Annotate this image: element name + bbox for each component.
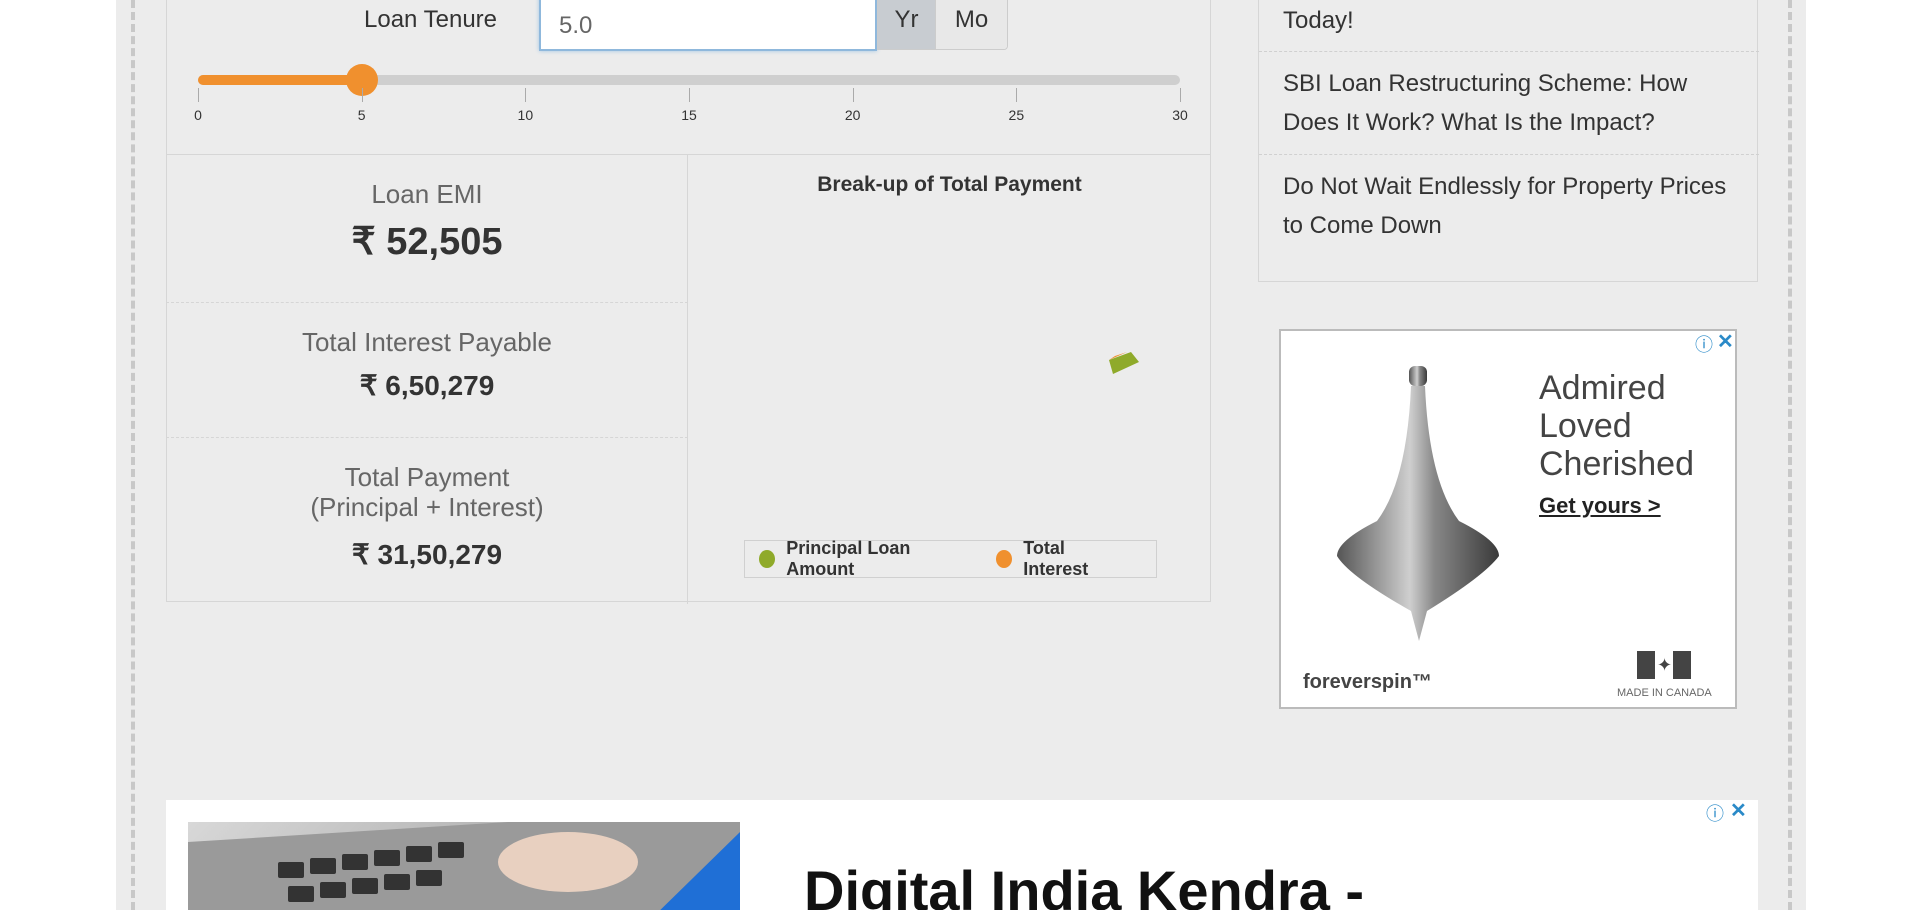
slider-tick xyxy=(361,88,363,102)
pie-chart xyxy=(1109,352,1139,374)
unit-month-button[interactable]: Mo xyxy=(935,0,1007,49)
ad-tagline-line2: Loved xyxy=(1539,407,1632,445)
emi-label: Loan EMI xyxy=(371,179,483,209)
tenure-unit-toggle: Yr Mo xyxy=(877,0,1008,50)
made-in-canada-badge: MADE IN CANADA xyxy=(1617,687,1712,699)
slider-tick-label: 25 xyxy=(1008,107,1025,123)
chart-legend: Principal Loan Amount Total Interest xyxy=(744,538,1157,580)
laptop-image xyxy=(188,822,740,910)
emi-value: ₹ 52,505 xyxy=(351,221,503,263)
flag-right-bar xyxy=(1673,651,1691,679)
related-articles: Today! SBI Loan Restructuring Scheme: Ho… xyxy=(1258,0,1759,282)
ad-cta-link[interactable]: Get yours > xyxy=(1539,493,1661,519)
spinning-top-image xyxy=(1337,366,1499,641)
payment-block: Total Payment (Principal + Interest) ₹ 3… xyxy=(166,438,688,604)
slider-fill xyxy=(198,75,362,85)
dashed-border-left xyxy=(131,0,135,910)
payment-label-line2: (Principal + Interest) xyxy=(310,492,544,522)
interest-label: Total Interest Payable xyxy=(301,327,553,357)
maple-leaf-icon: ✦ xyxy=(1657,655,1673,675)
ad-brand-logo: foreverspin™ xyxy=(1303,671,1432,693)
legend-interest-label: Total Interest xyxy=(1023,538,1089,579)
slider-tick xyxy=(689,88,690,102)
legend-principal-label: Principal Loan Amount xyxy=(786,538,911,579)
loan-tenure-slider[interactable] xyxy=(198,64,1180,96)
results-panel: Loan EMI ₹ 52,505 Total Interest Payable… xyxy=(166,154,1211,604)
slider-tick xyxy=(525,88,527,102)
slider-tick xyxy=(1180,88,1181,102)
ad-tagline: Admired Loved Cherished xyxy=(1539,369,1694,483)
unit-year-button[interactable]: Yr xyxy=(878,0,935,49)
article-link[interactable]: SBI Loan Restructuring Scheme: How Does … xyxy=(1259,52,1759,155)
slider-tick-label: 30 xyxy=(1172,107,1188,123)
flag-left-bar xyxy=(1637,651,1655,679)
keyboard-illustration xyxy=(188,822,740,910)
slider-tick-label: 20 xyxy=(844,107,861,123)
loan-tenure-label: Loan Tenure xyxy=(364,6,498,33)
article-link[interactable]: Do Not Wait Endlessly for Property Price… xyxy=(1259,155,1759,275)
payment-value: ₹ 31,50,279 xyxy=(351,539,503,570)
interest-block: Total Interest Payable ₹ 6,50,279 xyxy=(166,303,688,438)
slider-tick-label: 0 xyxy=(194,107,202,123)
ad-foreverspin[interactable]: Admired Loved Cherished Get yours > fore… xyxy=(1279,329,1737,709)
slider-tick-label: 15 xyxy=(681,107,697,123)
article-link[interactable]: Today! xyxy=(1259,0,1759,52)
pie-slice-principal[interactable] xyxy=(1109,352,1139,374)
legend-interest[interactable]: Total Interest xyxy=(996,538,1124,580)
principal-dot-icon xyxy=(759,550,776,568)
ad-tagline-line3: Cherished xyxy=(1539,445,1694,483)
emi-block: Loan EMI ₹ 52,505 xyxy=(166,155,688,303)
dashed-border-right xyxy=(1788,0,1792,910)
slider-tick-label: 10 xyxy=(517,107,534,123)
slider-tick-label: 5 xyxy=(357,107,366,123)
slider-tick xyxy=(852,88,854,102)
loan-tenure-input[interactable] xyxy=(539,0,877,51)
results-values: Loan EMI ₹ 52,505 Total Interest Payable… xyxy=(166,155,688,604)
legend-principal[interactable]: Principal Loan Amount xyxy=(759,538,964,580)
ad-bottom-info-icon[interactable]: ⓘ xyxy=(1706,800,1724,826)
ad-banner-bottom[interactable]: Digital India Kendra - ⓘ ✕ xyxy=(166,800,1758,910)
ad-bottom-headline: Digital India Kendra - xyxy=(804,859,1365,910)
ad-bottom-close-icon[interactable]: ✕ xyxy=(1730,800,1747,823)
chart-title: Break-up of Total Payment xyxy=(817,173,1082,196)
slider-tick xyxy=(198,88,199,102)
interest-value: ₹ 6,50,279 xyxy=(359,370,495,401)
ad-tagline-line1: Admired xyxy=(1539,369,1666,407)
interest-dot-icon xyxy=(996,550,1013,568)
slider-tick xyxy=(1016,88,1018,102)
payment-label-line1: Total Payment xyxy=(344,462,510,492)
ad-info-icon[interactable]: ⓘ xyxy=(1695,331,1713,357)
ad-close-icon[interactable]: ✕ xyxy=(1717,331,1734,354)
